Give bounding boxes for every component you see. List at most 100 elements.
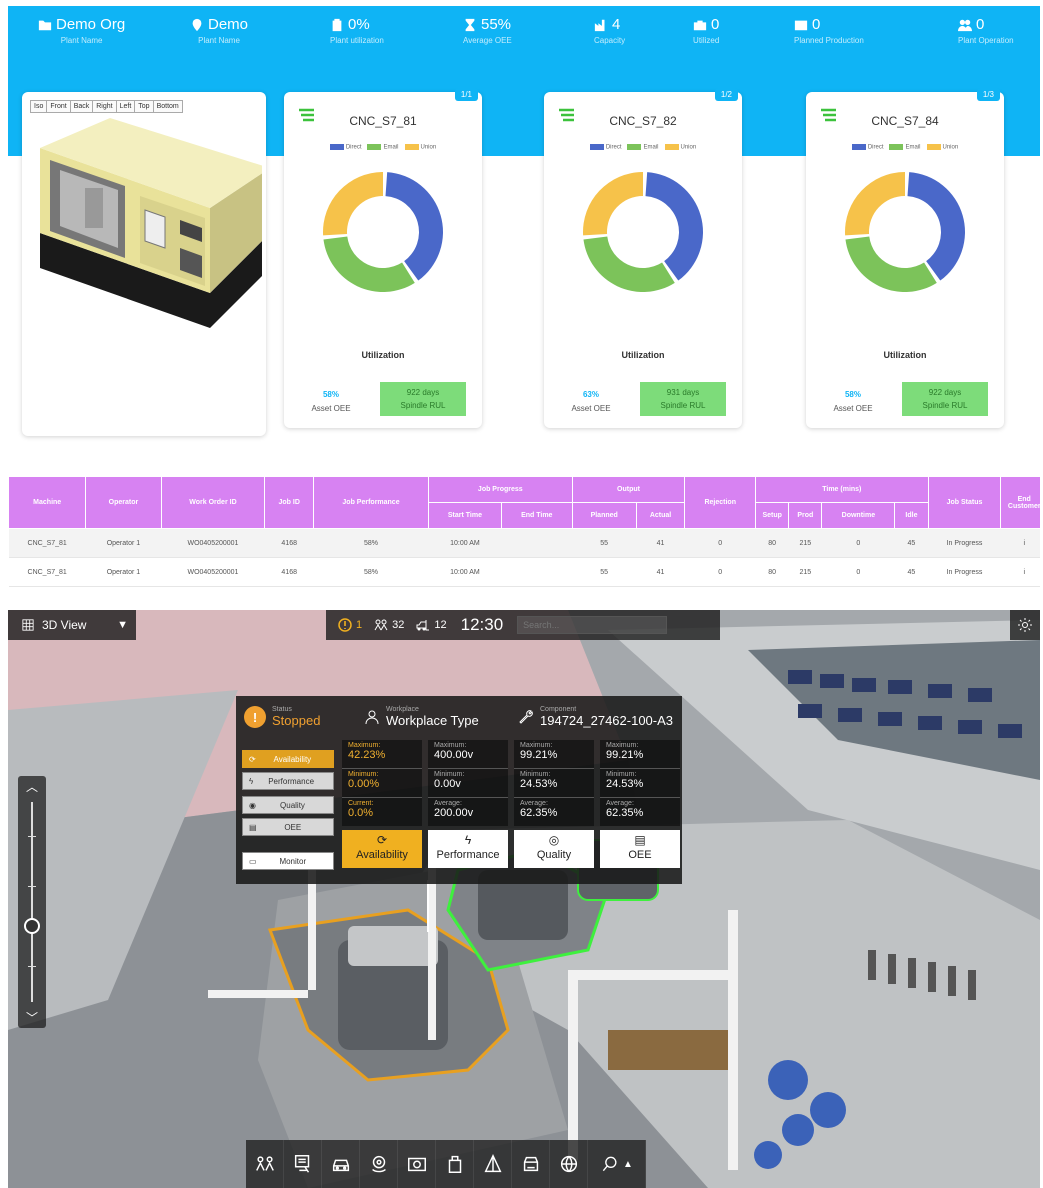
metric-row: Maximum: 42.23% bbox=[342, 740, 422, 769]
header-actual[interactable]: Actual bbox=[635, 502, 686, 529]
donut-slice-email[interactable] bbox=[323, 236, 415, 292]
kpi-oee: 55% Average OEE bbox=[463, 16, 512, 45]
chevron-up-icon[interactable]: ︿ bbox=[18, 778, 46, 795]
header-idle[interactable]: Idle bbox=[894, 502, 929, 529]
person-icon bbox=[365, 710, 379, 725]
vehicle-button[interactable] bbox=[512, 1140, 550, 1188]
header-end-time[interactable]: End Time bbox=[500, 502, 573, 529]
metric-row: Minimum: 24.53% bbox=[514, 769, 594, 798]
table-row[interactable]: CNC_S7_81 Operator 1 WO0405200001 4168 58% 10… bbox=[8, 557, 1040, 587]
header-job-performance[interactable]: Job Performance bbox=[313, 476, 429, 529]
legend-email: Email bbox=[367, 144, 399, 151]
table-cell: In Progress bbox=[928, 557, 1001, 587]
table-row[interactable]: CNC_S7_81 Operator 1 WO0405200001 4168 58% 10… bbox=[8, 528, 1040, 558]
header-rejection[interactable]: Rejection bbox=[684, 476, 757, 529]
slider-knob[interactable] bbox=[24, 918, 40, 934]
kpi-capacity: 4 Capacity bbox=[594, 16, 626, 45]
header-downtime[interactable]: Downtime bbox=[821, 502, 896, 529]
vehicle-front-icon bbox=[523, 1156, 538, 1172]
metric-button-oee[interactable]: ▤ OEE bbox=[600, 830, 680, 868]
machine-card-3[interactable]: 1/3 CNC_S7_84 Direct Email Union Utiliza… bbox=[806, 88, 1004, 428]
grid-icon bbox=[22, 619, 34, 631]
tab-right[interactable]: Right bbox=[92, 100, 117, 113]
metric-value: 200.00v bbox=[434, 807, 474, 819]
machine-card-1[interactable]: 1/1 CNC_S7_81 Direct Email Union Utiliza… bbox=[284, 88, 482, 428]
monitor-view-button[interactable] bbox=[284, 1140, 322, 1188]
donut-slice-direct[interactable] bbox=[907, 172, 965, 281]
tab-iso[interactable]: Iso bbox=[30, 100, 48, 113]
cone-icon bbox=[484, 1154, 501, 1173]
metric-button-label: Availability bbox=[356, 849, 408, 861]
metric-value: 99.21% bbox=[606, 749, 644, 761]
table-cell: i bbox=[1000, 557, 1040, 587]
kpi-plant: Demo Plant Name bbox=[190, 16, 248, 45]
donut-slice-email[interactable] bbox=[583, 236, 675, 292]
zoom-slider[interactable]: ︿ ﹀ bbox=[18, 776, 46, 1028]
briefcase-icon bbox=[693, 20, 707, 30]
header-prod[interactable]: Prod bbox=[788, 502, 823, 529]
donut-slice-direct[interactable] bbox=[645, 172, 703, 281]
metric-button-performance[interactable]: ϟ Performance bbox=[428, 830, 508, 868]
camera-rotate-button[interactable] bbox=[360, 1140, 398, 1188]
bag-button[interactable] bbox=[436, 1140, 474, 1188]
alert-icon bbox=[338, 618, 352, 632]
header-end-customer[interactable]: End Customer bbox=[1000, 476, 1040, 529]
people-indicator[interactable]: 32 bbox=[374, 618, 404, 632]
tab-front[interactable]: Front bbox=[46, 100, 71, 113]
metric-value: 400.00v bbox=[434, 749, 474, 761]
availability-tab[interactable]: ⟳ Availability bbox=[242, 750, 334, 768]
header-job-status[interactable]: Job Status bbox=[927, 476, 1002, 529]
job-table: Machine Operator Work Order ID Job ID Jo… bbox=[8, 476, 1040, 587]
header-planned[interactable]: Planned bbox=[571, 502, 637, 529]
quality-tab[interactable]: ◉ Quality bbox=[242, 796, 334, 814]
globe-button[interactable] bbox=[550, 1140, 588, 1188]
search-button[interactable]: ▲ bbox=[588, 1140, 646, 1188]
metric-button-quality[interactable]: ◎ Quality bbox=[514, 830, 594, 868]
header-job-id[interactable]: Job ID bbox=[264, 476, 315, 529]
table-cell: 0 bbox=[684, 528, 756, 558]
oee-tab[interactable]: ▤ OEE bbox=[242, 818, 334, 836]
donut-slice-email[interactable] bbox=[845, 236, 937, 292]
donut-slice-union[interactable] bbox=[323, 172, 383, 236]
chevron-down-icon[interactable]: ﹀ bbox=[18, 1009, 46, 1026]
folder-icon bbox=[38, 20, 52, 30]
header-machine[interactable]: Machine bbox=[8, 476, 87, 529]
header-work-order-id[interactable]: Work Order ID bbox=[160, 476, 266, 529]
cnc-machine-3d-model[interactable] bbox=[30, 118, 262, 338]
cone-button[interactable] bbox=[474, 1140, 512, 1188]
tab-top[interactable]: Top bbox=[134, 100, 154, 113]
donut-slice-union[interactable] bbox=[583, 172, 643, 236]
donut-slice-union[interactable] bbox=[845, 172, 905, 236]
tab-bottom[interactable]: Bottom bbox=[152, 100, 183, 113]
car-button[interactable] bbox=[322, 1140, 360, 1188]
metric-button-availability[interactable]: ⟳ Availability bbox=[342, 830, 422, 868]
tab-back[interactable]: Back bbox=[69, 100, 94, 113]
utilization-label: Utilization bbox=[883, 350, 927, 360]
metric-label: Minimum: bbox=[606, 771, 637, 778]
tab-left[interactable]: Left bbox=[115, 100, 136, 113]
metric-label: Average: bbox=[606, 800, 634, 807]
battery-icon bbox=[332, 18, 342, 31]
alerts-indicator[interactable]: 1 bbox=[338, 618, 362, 632]
monitor-button[interactable]: ▭ Monitor bbox=[242, 852, 334, 870]
people-button[interactable] bbox=[246, 1140, 284, 1188]
vehicles-indicator[interactable]: 12 bbox=[416, 618, 447, 632]
machine-card-2[interactable]: 1/2 CNC_S7_82 Direct Email Union Utiliza… bbox=[544, 88, 742, 428]
chart-legend: Direct Email Union bbox=[284, 144, 482, 151]
view-selector[interactable]: 3D View ▼ bbox=[8, 610, 136, 640]
header-operator[interactable]: Operator bbox=[85, 476, 162, 529]
asset-oee-label: Asset OEE bbox=[311, 404, 351, 413]
header-start-time[interactable]: Start Time bbox=[427, 502, 502, 529]
metric-value: 24.53% bbox=[606, 778, 644, 790]
gauge-icon: ◉ bbox=[249, 800, 256, 810]
3d-viewer[interactable]: 3D View ▼ 1 32 12 12:30 ︿ ﹀ ! bbox=[8, 610, 1040, 1188]
metric-value: 0.0% bbox=[348, 807, 374, 819]
search-input[interactable] bbox=[517, 616, 668, 634]
header-setup[interactable]: Setup bbox=[755, 502, 790, 529]
performance-tab[interactable]: ϟ Performance bbox=[242, 772, 334, 790]
donut-slice-direct[interactable] bbox=[385, 172, 443, 281]
settings-button[interactable] bbox=[1010, 610, 1040, 640]
camera-button[interactable] bbox=[398, 1140, 436, 1188]
slider-track bbox=[31, 802, 33, 1002]
table-cell bbox=[501, 557, 573, 587]
